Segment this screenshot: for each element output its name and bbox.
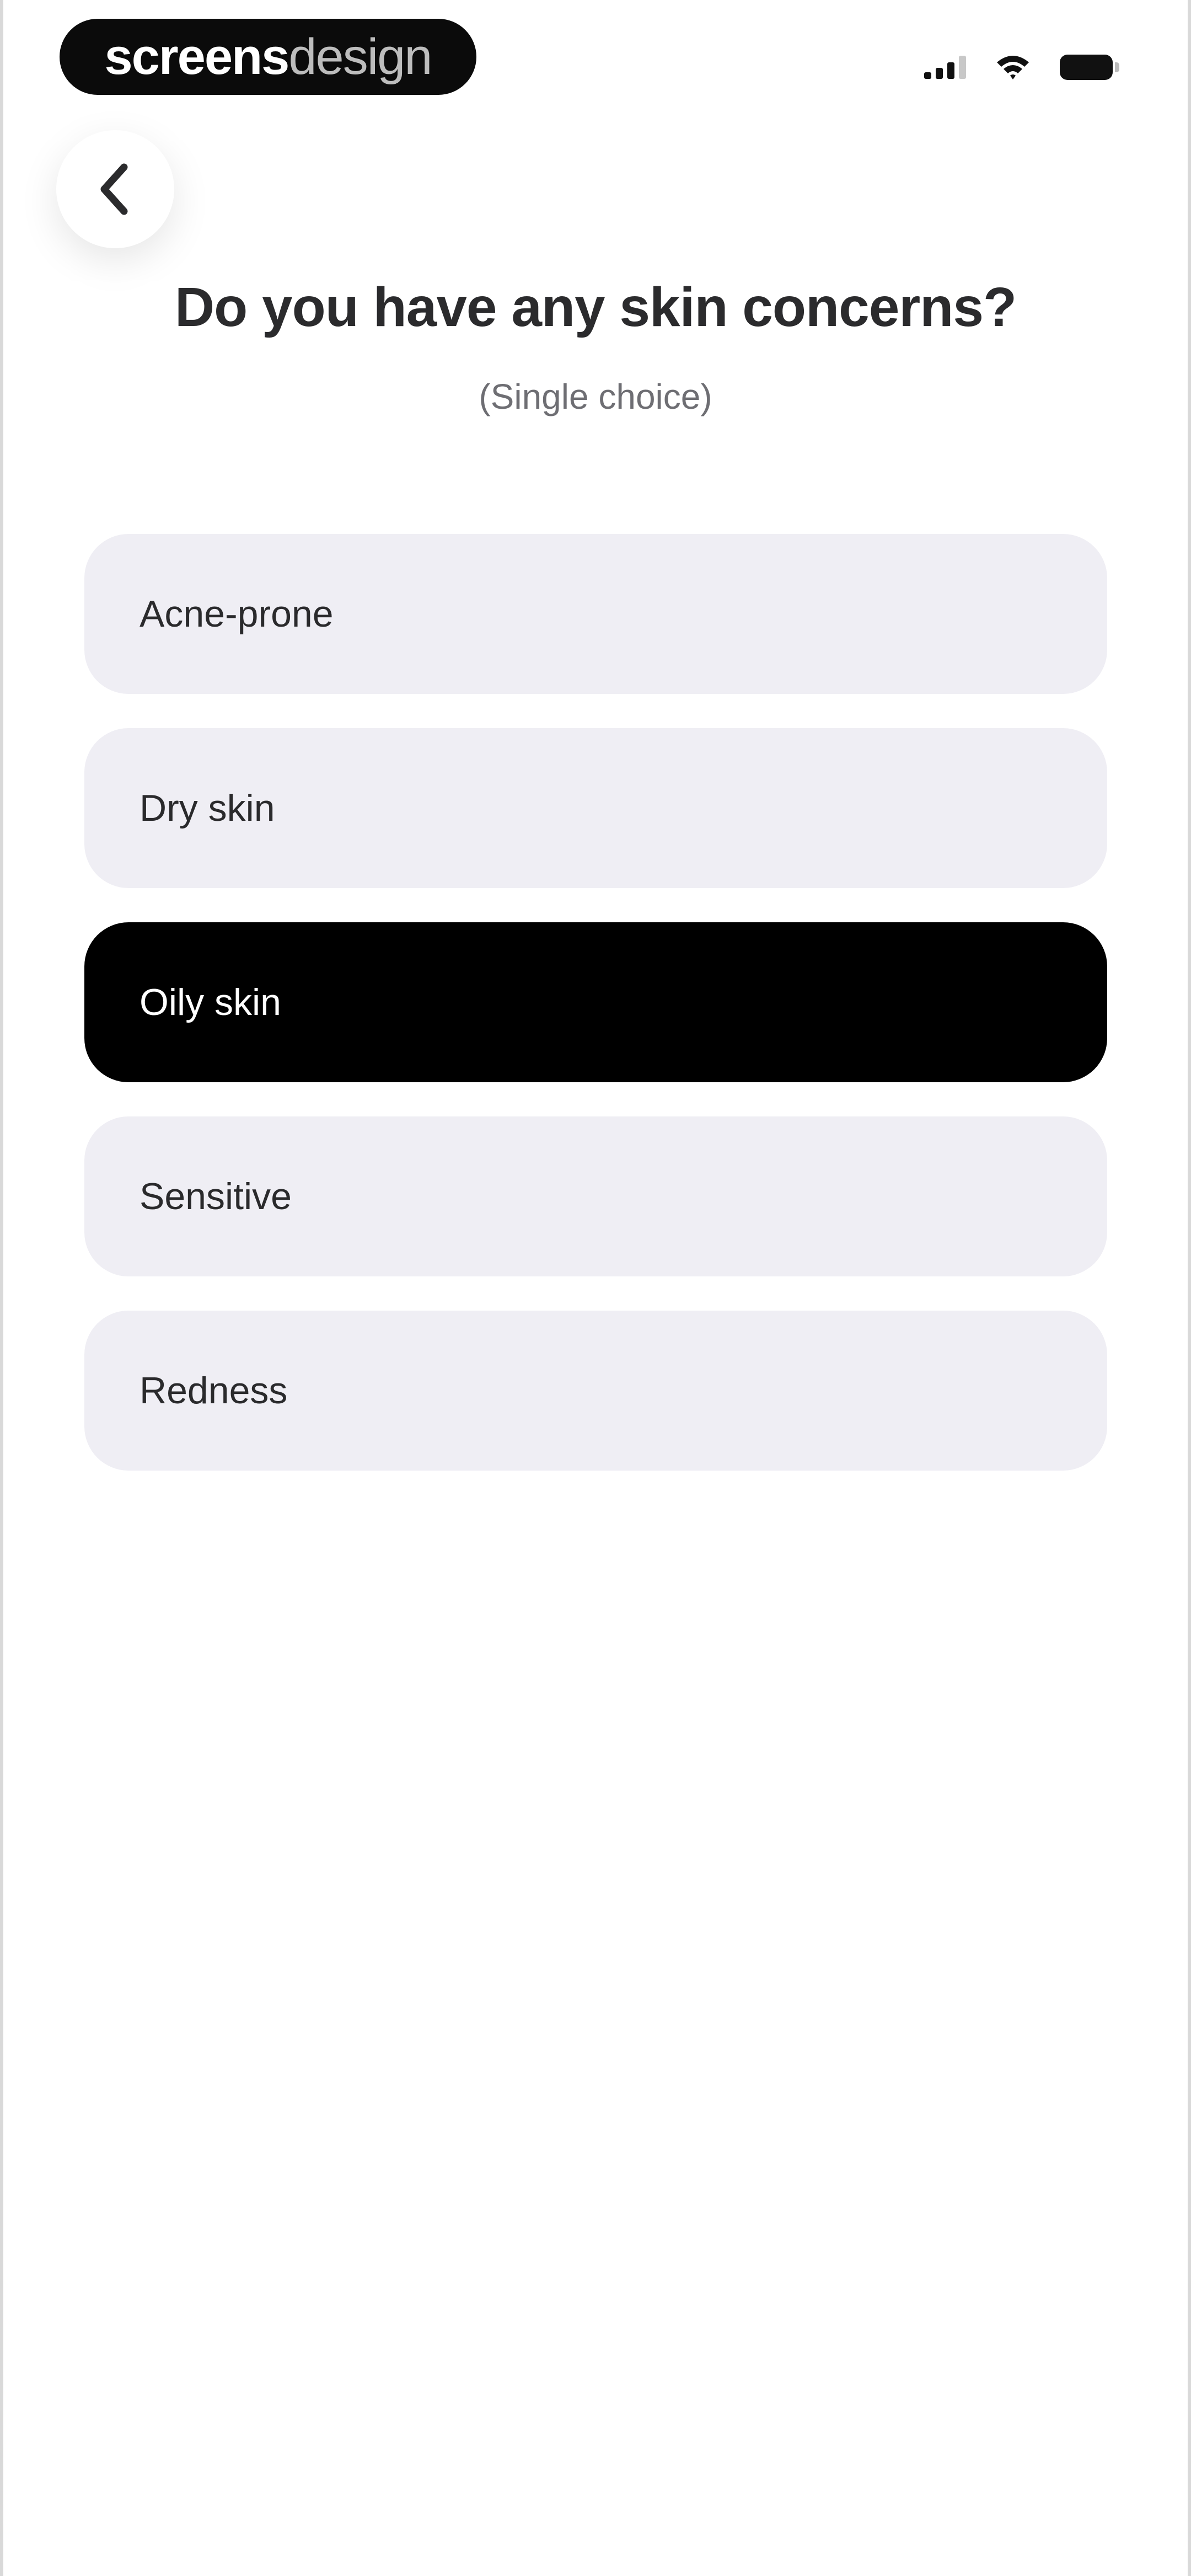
option-label: Oily skin bbox=[140, 981, 281, 1023]
option-sensitive[interactable]: Sensitive bbox=[84, 1116, 1107, 1276]
option-label: Dry skin bbox=[140, 787, 275, 829]
battery-icon bbox=[1060, 55, 1119, 80]
back-button[interactable] bbox=[56, 130, 174, 248]
option-label: Acne-prone bbox=[140, 593, 334, 635]
chevron-left-icon bbox=[100, 163, 128, 215]
option-redness[interactable]: Redness bbox=[84, 1311, 1107, 1471]
option-dry-skin[interactable]: Dry skin bbox=[84, 728, 1107, 888]
page-subtitle: (Single choice) bbox=[479, 377, 712, 416]
status-icons bbox=[924, 51, 1119, 84]
option-acne-prone[interactable]: Acne-prone bbox=[84, 534, 1107, 694]
brand-logo-light: design bbox=[288, 28, 432, 85]
options-list: Acne-prone Dry skin Oily skin Sensitive … bbox=[84, 534, 1107, 1505]
status-bar: screens design bbox=[0, 0, 1191, 116]
page-title: Do you have any skin concerns? bbox=[174, 276, 1017, 338]
wifi-icon bbox=[997, 56, 1029, 79]
brand-logo-strong: screens bbox=[104, 28, 290, 85]
option-oily-skin[interactable]: Oily skin bbox=[84, 922, 1107, 1082]
option-label: Redness bbox=[140, 1370, 288, 1412]
brand-logo: screens design bbox=[60, 19, 476, 95]
option-label: Sensitive bbox=[140, 1175, 292, 1217]
signal-icon bbox=[924, 56, 966, 79]
